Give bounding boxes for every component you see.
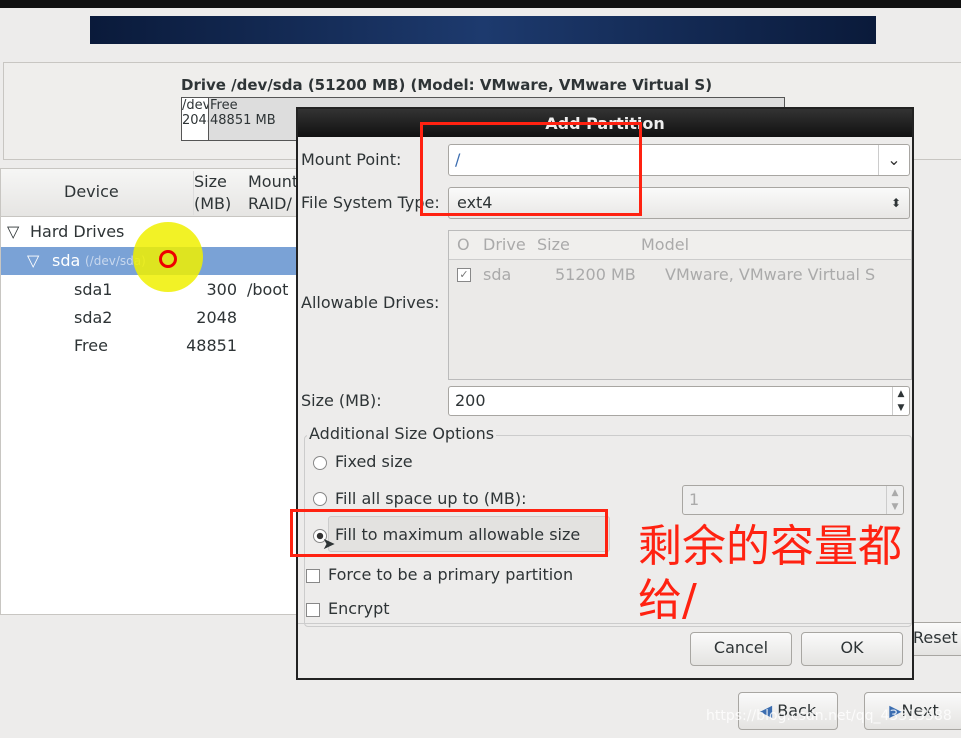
col-size[interactable]: Size xyxy=(537,231,570,259)
allowable-drives-label: Allowable Drives: xyxy=(301,293,440,312)
row-device: Free xyxy=(74,336,108,355)
fill-upto-input[interactable]: 1 ▲ ▼ xyxy=(682,485,904,515)
updown-icon: ⬍ xyxy=(890,196,901,210)
fixed-size-radio[interactable] xyxy=(313,456,327,470)
row-device: Hard Drives xyxy=(30,222,125,241)
table-header: Device Size (MB) Mount RAID/ xyxy=(1,169,301,217)
col-model[interactable]: Model xyxy=(641,231,689,259)
watermark: https://blog.csdn.net/qq_43313588 xyxy=(706,708,952,724)
chevron-down-icon[interactable]: ⌄ xyxy=(878,145,909,175)
free-segment[interactable]: Free 48851 MB xyxy=(210,98,276,128)
expander-icon[interactable]: ▽ xyxy=(7,218,19,246)
fill-upto-radio[interactable] xyxy=(313,492,327,506)
top-band xyxy=(0,0,961,8)
segment-size: 48851 MB xyxy=(210,113,276,128)
segment-label: /dev xyxy=(182,98,209,113)
cursor-ring-icon xyxy=(159,250,177,268)
column-size[interactable]: Size (MB) xyxy=(193,171,231,215)
additional-size-label: Additional Size Options xyxy=(307,424,497,443)
spinner-icon[interactable]: ▲ ▼ xyxy=(886,486,903,514)
primary-checkbox[interactable] xyxy=(306,569,320,583)
row-device: sda2 xyxy=(74,308,113,327)
spinner-icon[interactable]: ▲ ▼ xyxy=(892,387,909,415)
encrypt-checkbox[interactable] xyxy=(306,603,320,617)
installer-banner xyxy=(90,16,876,44)
partition-segment[interactable]: /dev2048 xyxy=(182,98,209,140)
size-value: 200 xyxy=(455,391,486,410)
ok-button[interactable]: OK xyxy=(801,632,903,666)
segment-size: 2048 xyxy=(182,113,208,128)
primary-label[interactable]: Force to be a primary partition xyxy=(328,565,573,584)
size-input[interactable]: 200 ▲ ▼ xyxy=(448,386,910,416)
reset-label: Reset xyxy=(913,628,958,647)
row-size: 48851 xyxy=(186,336,237,355)
fill-upto-label[interactable]: Fill all space up to (MB): xyxy=(335,489,526,508)
annotation-text: 剩余的容量都给/ xyxy=(638,521,902,626)
drive-model: VMware, VMware Virtual S xyxy=(665,265,876,284)
encrypt-label[interactable]: Encrypt xyxy=(328,599,390,618)
row-size: 2048 xyxy=(196,308,237,327)
fill-upto-value: 1 xyxy=(689,490,700,509)
mouse-pointer-icon: ➤ xyxy=(322,534,336,553)
size-label: Size (MB): xyxy=(301,391,382,410)
allowable-drives-list: O Drive Size Model ✓ sda 51200 MB VMware… xyxy=(448,230,912,380)
row-mount: /boot xyxy=(247,280,289,299)
row-size: 300 xyxy=(206,280,237,299)
column-device[interactable]: Device xyxy=(64,181,119,203)
annotation-box-fill-max xyxy=(290,509,608,557)
drive-row[interactable]: ✓ sda 51200 MB VMware, VMware Virtual S xyxy=(449,260,911,290)
fixed-size-label[interactable]: Fixed size xyxy=(335,452,413,471)
col-check[interactable]: O xyxy=(457,231,470,259)
row-device: sda xyxy=(52,251,81,270)
column-mount[interactable]: Mount RAID/ xyxy=(248,171,298,215)
col-drive[interactable]: Drive xyxy=(483,231,526,259)
drive-name: sda xyxy=(483,265,512,284)
drive-title: Drive /dev/sda (51200 MB) (Model: VMware… xyxy=(181,76,713,94)
drive-size: 51200 MB xyxy=(555,265,636,284)
table-row[interactable]: Free 48851 xyxy=(1,332,301,360)
expander-icon[interactable]: ▽ xyxy=(27,247,39,275)
mount-point-label: Mount Point: xyxy=(301,150,402,169)
segment-label: Free xyxy=(210,98,238,113)
table-row[interactable]: sda2 2048 xyxy=(1,304,301,332)
row-device: sda1 xyxy=(74,280,113,299)
drives-header: O Drive Size Model xyxy=(449,231,911,260)
cancel-button[interactable]: Cancel xyxy=(690,632,792,666)
fs-type-label: File System Type: xyxy=(301,193,440,212)
drive-checkbox[interactable]: ✓ xyxy=(457,268,471,282)
annotation-box-mount xyxy=(420,122,642,216)
